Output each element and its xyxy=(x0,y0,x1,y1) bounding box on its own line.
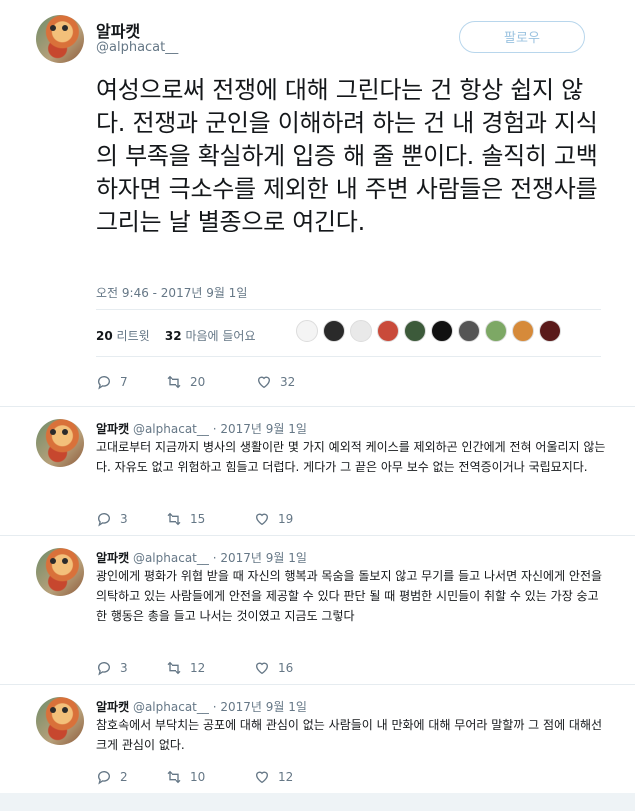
likes-count[interactable]: 32 xyxy=(165,329,182,343)
reply-tweet[interactable]: 알파캣 @alphacat__ · 2017년 9월 1일 참호속에서 부닥치는… xyxy=(0,685,635,793)
bottom-bar xyxy=(0,793,635,811)
reply-header: 알파캣 @alphacat__ · 2017년 9월 1일 xyxy=(96,549,307,566)
liker-avatar[interactable] xyxy=(458,320,480,342)
author-handle[interactable]: @alphacat__ xyxy=(96,40,178,55)
reply-icon xyxy=(98,513,110,527)
retweets-label[interactable]: 리트윗 xyxy=(117,329,150,343)
reply-count: 7 xyxy=(120,375,128,389)
author-name[interactable]: 알파캣 xyxy=(96,551,129,565)
author-name[interactable]: 알파캣 xyxy=(96,18,140,42)
reply-icon xyxy=(98,376,110,390)
like-icon xyxy=(257,376,271,389)
reply-text: 광인에게 평화가 위협 받을 때 자신의 행복과 목숨을 돌보지 않고 무기를 … xyxy=(96,569,603,623)
author-name[interactable]: 알파캣 xyxy=(96,700,129,714)
liker-avatar[interactable] xyxy=(296,320,318,342)
retweet-count: 15 xyxy=(190,512,206,526)
retweet-button[interactable]: 12 xyxy=(166,660,254,676)
like-count: 19 xyxy=(278,512,294,526)
reply-text: 고대로부터 지금까지 병사의 생활이란 몇 가지 예외적 케이스를 제외하곤 인… xyxy=(96,440,606,474)
reply-header: 알파캣 @alphacat__ · 2017년 9월 1일 xyxy=(96,698,307,715)
retweet-icon xyxy=(167,375,181,389)
like-count: 32 xyxy=(280,375,296,389)
retweet-count: 12 xyxy=(190,661,206,675)
tweet-actions: 7 20 32 xyxy=(96,374,295,390)
retweets-count[interactable]: 20 xyxy=(96,329,113,343)
reply-button[interactable]: 3 xyxy=(96,511,166,527)
like-count: 12 xyxy=(278,770,294,784)
author-handle[interactable]: @alphacat__ xyxy=(133,700,209,714)
like-icon xyxy=(255,662,269,675)
divider xyxy=(96,309,601,310)
like-button[interactable]: 12 xyxy=(254,769,293,785)
liker-avatar[interactable] xyxy=(539,320,561,342)
tweet-actions: 2 10 12 xyxy=(96,769,293,785)
retweet-icon xyxy=(167,661,181,675)
reply-button[interactable]: 2 xyxy=(96,769,166,785)
tweet-actions: 3 15 19 xyxy=(96,511,293,527)
avatar[interactable] xyxy=(36,548,84,596)
reply-count: 2 xyxy=(120,770,128,784)
liker-avatar[interactable] xyxy=(377,320,399,342)
likes-label[interactable]: 마음에 들어요 xyxy=(185,329,255,343)
liker-avatar[interactable] xyxy=(350,320,372,342)
reply-date[interactable]: · 2017년 9월 1일 xyxy=(213,422,307,436)
author-handle[interactable]: @alphacat__ xyxy=(133,422,209,436)
reply-icon xyxy=(98,662,110,676)
like-icon xyxy=(255,513,269,526)
divider xyxy=(96,356,601,357)
avatar[interactable] xyxy=(36,697,84,745)
liker-avatars xyxy=(296,320,561,342)
retweet-button[interactable]: 20 xyxy=(166,374,256,390)
retweet-icon xyxy=(167,770,181,784)
reply-tweet[interactable]: 알파캣 @alphacat__ · 2017년 9월 1일 광인에게 평화가 위… xyxy=(0,536,635,682)
reply-button[interactable]: 7 xyxy=(96,374,166,390)
retweet-count: 20 xyxy=(190,375,206,389)
follow-button[interactable]: 팔로우 xyxy=(459,21,585,53)
liker-avatar[interactable] xyxy=(485,320,507,342)
author-handle[interactable]: @alphacat__ xyxy=(133,551,209,565)
liker-avatar[interactable] xyxy=(431,320,453,342)
main-tweet: 알파캣 @alphacat__ 팔로우 여성으로써 전쟁에 대해 그린다는 건 … xyxy=(0,0,635,406)
retweet-button[interactable]: 15 xyxy=(166,511,254,527)
reply-date[interactable]: · 2017년 9월 1일 xyxy=(213,551,307,565)
retweet-icon xyxy=(167,512,181,526)
reply-tweet[interactable]: 알파캣 @alphacat__ · 2017년 9월 1일 고대로부터 지금까지… xyxy=(0,407,635,532)
like-button[interactable]: 16 xyxy=(254,660,293,676)
liker-avatar[interactable] xyxy=(404,320,426,342)
tweet-actions: 3 12 16 xyxy=(96,660,293,676)
liker-avatar[interactable] xyxy=(512,320,534,342)
tweet-stats: 20 리트윗 32 마음에 들어요 xyxy=(96,327,256,344)
retweet-button[interactable]: 10 xyxy=(166,769,254,785)
reply-date[interactable]: · 2017년 9월 1일 xyxy=(213,700,307,714)
avatar[interactable] xyxy=(36,419,84,467)
liker-avatar[interactable] xyxy=(323,320,345,342)
tweet-timestamp[interactable]: 오전 9:46 - 2017년 9월 1일 xyxy=(96,284,247,301)
reply-header: 알파캣 @alphacat__ · 2017년 9월 1일 xyxy=(96,420,307,437)
reply-text: 참호속에서 부닥치는 공포에 대해 관심이 없는 사람들이 내 만화에 대해 무… xyxy=(96,718,603,752)
reply-icon xyxy=(98,771,110,785)
avatar[interactable] xyxy=(36,15,84,63)
author-name[interactable]: 알파캣 xyxy=(96,422,129,436)
reply-button[interactable]: 3 xyxy=(96,660,166,676)
like-icon xyxy=(255,771,269,784)
like-button[interactable]: 32 xyxy=(256,374,295,390)
tweet-text: 여성으로써 전쟁에 대해 그린다는 건 항상 쉽지 않다. 전쟁과 군인을 이해… xyxy=(96,76,598,236)
retweet-count: 10 xyxy=(190,770,206,784)
like-count: 16 xyxy=(278,661,294,675)
reply-count: 3 xyxy=(120,661,128,675)
reply-count: 3 xyxy=(120,512,128,526)
like-button[interactable]: 19 xyxy=(254,511,293,527)
